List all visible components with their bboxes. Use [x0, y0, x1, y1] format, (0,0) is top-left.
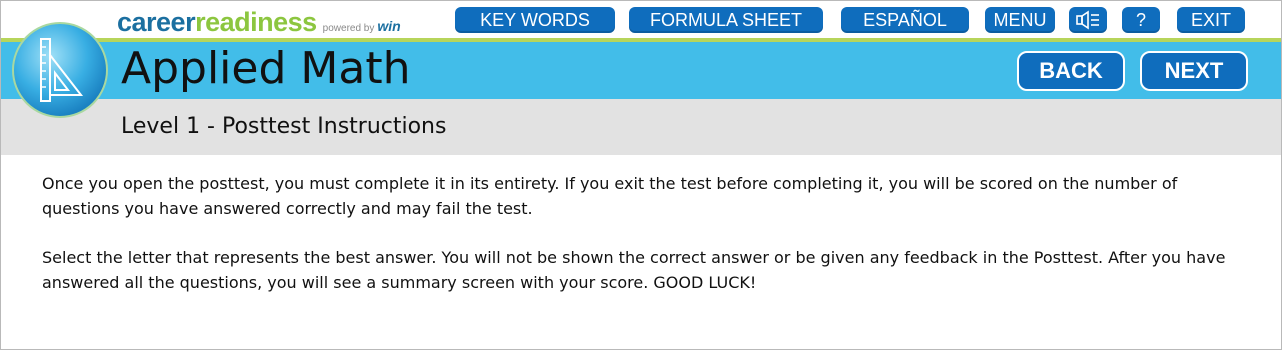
key-words-button[interactable]: KEY WORDS	[455, 7, 615, 33]
applied-math-logo	[11, 21, 109, 119]
brand-career-text: career	[117, 7, 196, 37]
back-button[interactable]: BACK	[1017, 51, 1125, 91]
instructions-paragraph-2: Select the letter that represents the be…	[42, 248, 1226, 292]
exit-button[interactable]: EXIT	[1177, 7, 1245, 33]
page-title: Applied Math	[121, 43, 411, 94]
page-subtitle: Level 1 - Posttest Instructions	[121, 114, 447, 139]
triangle-ruler-icon	[12, 22, 108, 118]
espanol-button[interactable]: ESPAÑOL	[841, 7, 969, 33]
app-window: career readiness powered by win KEY WORDS…	[0, 0, 1282, 350]
brand-logo: career readiness powered by win	[117, 7, 401, 37]
speaker-mute-icon	[1076, 10, 1099, 30]
brand-readiness-text: readiness	[195, 7, 317, 37]
brand-win: win	[377, 18, 401, 34]
next-button[interactable]: NEXT	[1140, 51, 1248, 91]
brand-powered-by: powered by	[322, 23, 375, 34]
instructions-content: Once you open the posttest, you must com…	[42, 171, 1252, 319]
speaker-mute-button[interactable]	[1069, 7, 1107, 33]
formula-sheet-button[interactable]: FORMULA SHEET	[629, 7, 823, 33]
help-button[interactable]: ?	[1122, 7, 1160, 33]
instructions-paragraph-1: Once you open the posttest, you must com…	[42, 174, 1178, 218]
top-toolbar: career readiness powered by win KEY WORDS…	[1, 1, 1281, 39]
menu-button[interactable]: MENU	[985, 7, 1055, 33]
